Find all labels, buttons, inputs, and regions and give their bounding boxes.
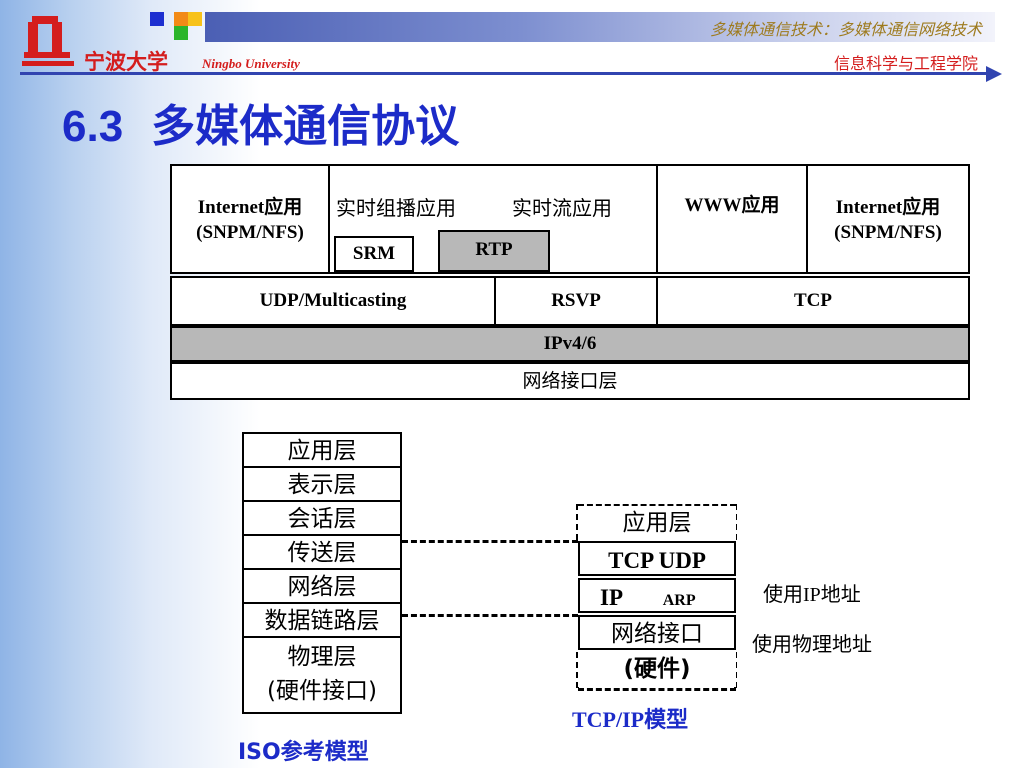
tcpip-layer-ip: IP ARP xyxy=(578,578,736,613)
app-internet-right: Internet应用 (SNPM/NFS) xyxy=(806,164,970,274)
app-multicast: 实时组播应用 xyxy=(336,196,456,220)
tcpip-arp-label: ARP xyxy=(662,592,696,609)
app-internet-left: Internet应用 (SNPM/NFS) xyxy=(170,164,330,274)
slide-title-number: 6.3 xyxy=(62,102,124,151)
iso-layer-datalink: 数据链路层 xyxy=(244,604,400,638)
app-streaming: 实时流应用 xyxy=(512,196,612,220)
transport-udp: UDP/Multicasting xyxy=(170,276,496,326)
iso-layer-session: 会话层 xyxy=(244,502,400,536)
app-internet-right-line1: Internet应用 xyxy=(835,197,941,218)
app-internet-left-line2: (SNPM/NFS) xyxy=(196,221,304,243)
connector-network xyxy=(402,614,578,617)
course-title: 多媒体通信技术：多媒体通信网络技术 xyxy=(709,20,982,39)
iso-caption: ISO参考模型 xyxy=(238,740,369,765)
connector-session xyxy=(402,540,578,543)
app-internet-left-line1: Internet应用 xyxy=(197,197,303,218)
tcpip-layer-interface: 网络接口 xyxy=(578,615,736,650)
interface-layer: 网络接口层 xyxy=(170,362,970,400)
transport-rsvp: RSVP xyxy=(494,276,658,326)
university-name-cn: 宁波大学 xyxy=(84,50,168,74)
header-squares xyxy=(150,12,206,44)
tcpip-caption: TCP/IP模型 xyxy=(572,707,689,732)
tcpip-ip-label: IP xyxy=(600,585,623,610)
iso-layer-transport: 传送层 xyxy=(244,536,400,570)
iso-model: 应用层 表示层 会话层 传送层 网络层 数据链路层 物理层 (硬件接口) xyxy=(242,432,402,714)
rtp-box: RTP xyxy=(438,230,550,272)
tcpip-layer-application: 应用层 xyxy=(578,506,736,541)
slide-title: 6.3 多媒体通信协议 xyxy=(62,90,459,154)
tcpip-dash-bottom xyxy=(578,688,736,691)
iso-layer-physical: 物理层 (硬件接口) xyxy=(244,638,400,712)
iso-layer-presentation: 表示层 xyxy=(244,468,400,502)
tcpip-layer-transport: TCP UDP xyxy=(578,541,736,576)
slide-title-text: 多媒体通信协议 xyxy=(151,101,460,152)
tcpip-layer-hardware: (硬件) xyxy=(578,652,736,687)
university-logo xyxy=(22,12,76,68)
app-www: WWW应用 xyxy=(656,164,808,274)
university-name-en: Ningbo University xyxy=(202,56,300,71)
iso-physical-line1: 物理层 xyxy=(287,644,357,670)
app-internet-right-line2: (SNPM/NFS) xyxy=(834,221,942,243)
network-layer: IPv4/6 xyxy=(170,326,970,362)
iso-layer-application: 应用层 xyxy=(244,434,400,468)
iso-layer-network: 网络层 xyxy=(244,570,400,604)
arrow-icon xyxy=(986,66,1002,82)
srm-box: SRM xyxy=(334,236,414,272)
iso-physical-line2: (硬件接口) xyxy=(267,678,377,704)
note-physical-address: 使用物理地址 xyxy=(752,634,872,656)
note-ip-address: 使用IP地址 xyxy=(763,584,861,606)
school-name: 信息科学与工程学院 xyxy=(833,54,978,73)
transport-tcp: TCP xyxy=(656,276,970,326)
